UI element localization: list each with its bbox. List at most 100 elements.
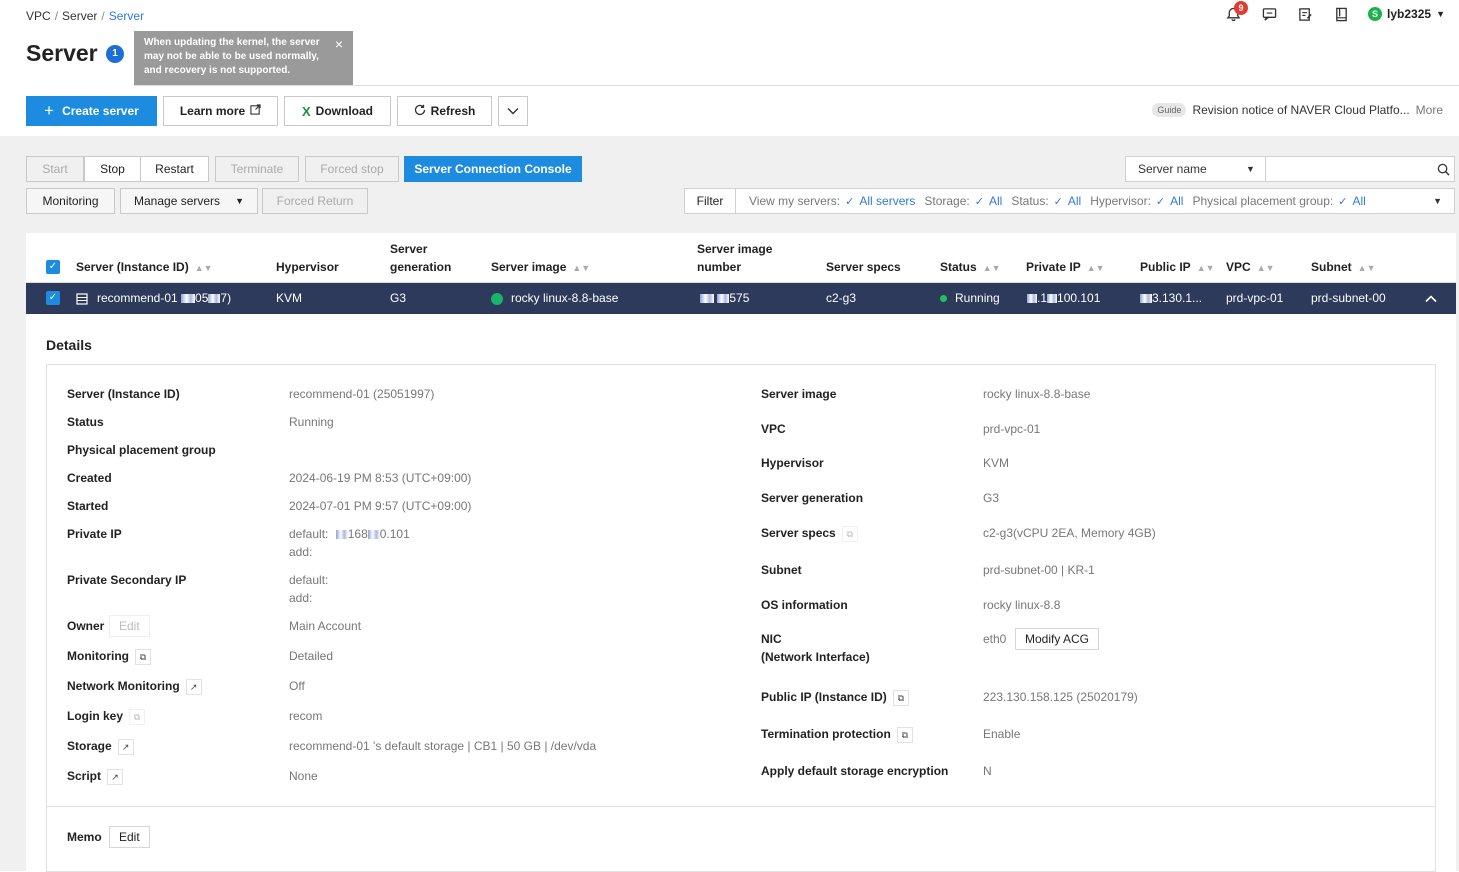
row-public-ip: 3.130.1... xyxy=(1140,283,1202,314)
external-link-icon[interactable]: ↗ xyxy=(185,678,202,695)
row-public-ip-suffix: 3.130.1... xyxy=(1152,291,1203,305)
caret-down-icon: ▼ xyxy=(1245,164,1255,174)
col-image[interactable]: Server image ▲▼ xyxy=(491,258,590,277)
detail-server-value: recommend-01 (25051997) xyxy=(289,387,435,401)
user-menu[interactable]: S lyb2325 ▼ xyxy=(1368,7,1445,21)
filter-item-value: All servers xyxy=(859,194,916,208)
stop-button[interactable]: Stop xyxy=(84,156,141,182)
info-badge[interactable]: 1 xyxy=(106,45,124,63)
filter-hypervisor[interactable]: Hypervisor: ✓ All xyxy=(1090,194,1183,208)
guide-more-link[interactable]: More xyxy=(1416,103,1443,117)
chevron-down-icon xyxy=(507,104,519,118)
tooltip-close-icon[interactable]: × xyxy=(335,37,343,51)
detail-encryption-value: N xyxy=(983,764,992,778)
col-vpc[interactable]: VPC ▲▼ xyxy=(1226,258,1275,277)
col-private-ip[interactable]: Private IP ▲▼ xyxy=(1026,258,1105,277)
manage-servers-dropdown[interactable]: Manage servers ▼ xyxy=(120,188,258,214)
guide-notice[interactable]: Guide Revision notice of NAVER Cloud Pla… xyxy=(1152,103,1443,117)
filter-status[interactable]: Status: ✓ All xyxy=(1011,194,1081,208)
chevron-up-icon[interactable] xyxy=(1425,283,1437,314)
detail-generation-value: G3 xyxy=(983,491,1000,505)
refresh-icon xyxy=(414,104,426,119)
copy-icon[interactable]: ⧉ xyxy=(129,708,146,725)
create-server-button[interactable]: + Create server xyxy=(26,96,157,126)
monitoring-button[interactable]: Monitoring xyxy=(26,188,115,214)
copy-icon[interactable]: ⧉ xyxy=(892,689,909,706)
detail-image-value: rocky linux-8.8-base xyxy=(983,387,1091,401)
detail-termination-label: Termination protection ⧉ xyxy=(761,725,913,743)
private-ip-part: 168 xyxy=(347,527,368,541)
rocky-linux-icon xyxy=(491,292,503,305)
filter-view-my-servers[interactable]: View my servers: ✓ All servers xyxy=(749,194,915,208)
copy-icon[interactable]: ⧉ xyxy=(896,726,913,743)
download-button[interactable]: X Download xyxy=(284,96,391,126)
detail-storage-value: recommend-01 's default storage | CB1 | … xyxy=(289,739,597,753)
breadcrumb-vpc[interactable]: VPC xyxy=(26,9,51,23)
detail-publicip-value: 223.130.158.125 (25020179) xyxy=(983,690,1138,704)
table-row[interactable]: ✓ recommend-01 05 7) KVM G3 rocky linux-8… xyxy=(26,283,1456,314)
row-checkbox[interactable]: ✓ xyxy=(46,291,60,305)
chat-icon[interactable] xyxy=(1260,5,1278,23)
row-subnet: prd-subnet-00 xyxy=(1311,291,1386,305)
col-image-number[interactable]: Server image number xyxy=(697,240,772,276)
caret-down-icon[interactable]: ▼ xyxy=(1433,196,1442,206)
external-link-icon[interactable]: ↗ xyxy=(107,768,124,785)
memo-icon[interactable] xyxy=(1296,5,1314,23)
col-status[interactable]: Status ▲▼ xyxy=(940,258,1001,277)
sort-icon: ▲▼ xyxy=(1086,263,1105,273)
monitoring-label-text: Monitoring xyxy=(67,649,129,663)
detail-subnet-label: Subnet xyxy=(761,563,802,577)
copy-icon[interactable]: ⧉ xyxy=(841,525,858,542)
private-ip-add-label: add: xyxy=(289,545,313,559)
col-specs[interactable]: Server specs xyxy=(826,258,901,276)
forced-stop-button[interactable]: Forced stop xyxy=(305,156,399,182)
modify-acg-button[interactable]: Modify ACG xyxy=(1015,628,1100,650)
copy-icon[interactable]: ⧉ xyxy=(134,648,151,665)
select-all-checkbox[interactable]: ✓ xyxy=(46,260,60,274)
row-vpc: prd-vpc-01 xyxy=(1226,291,1284,305)
restart-button[interactable]: Restart xyxy=(140,156,209,182)
row-generation: G3 xyxy=(390,291,407,305)
col-server[interactable]: Server (Instance ID) ▲▼ xyxy=(76,258,213,277)
start-button[interactable]: Start xyxy=(26,156,84,182)
filter-storage[interactable]: Storage: ✓ All xyxy=(924,194,1002,208)
col-hypervisor[interactable]: Hypervisor xyxy=(276,258,339,276)
col-public-ip[interactable]: Public IP ▲▼ xyxy=(1140,258,1215,277)
search-input[interactable] xyxy=(1265,157,1433,181)
detail-os-value: rocky linux-8.8 xyxy=(983,598,1061,612)
manage-servers-label: Manage servers xyxy=(134,194,221,208)
detail-netmon-value: Off xyxy=(289,679,305,693)
detail-status-label: Status xyxy=(67,415,104,429)
col-subnet[interactable]: Subnet ▲▼ xyxy=(1311,258,1376,277)
external-link-icon[interactable]: ↗ xyxy=(117,738,134,755)
row-image-number-suffix: 575 xyxy=(729,291,750,305)
book-icon[interactable] xyxy=(1332,5,1350,23)
filter-placement-group[interactable]: Physical placement group: ✓ All xyxy=(1192,194,1365,208)
top-header: VPC / Server / Server Server 1 When updating… xyxy=(0,0,1459,136)
bell-icon[interactable]: 9 xyxy=(1224,1,1249,23)
owner-edit-button[interactable]: Edit xyxy=(109,615,150,637)
terminate-button[interactable]: Terminate xyxy=(215,156,299,182)
filter-bar[interactable]: Filter View my servers: ✓ All servers Stor… xyxy=(684,188,1455,214)
forced-return-button[interactable]: Forced Return xyxy=(262,188,368,214)
refresh-button[interactable]: Refresh xyxy=(397,96,492,126)
search-field-select[interactable]: Server name ▼ xyxy=(1126,157,1266,181)
primary-toolbar: + Create server Learn more X Download Re… xyxy=(26,96,528,126)
search-icon[interactable] xyxy=(1433,157,1454,181)
more-dropdown-button[interactable] xyxy=(498,96,528,126)
col-vpc-label: VPC xyxy=(1226,260,1251,274)
learn-more-button[interactable]: Learn more xyxy=(163,96,278,126)
col-generation[interactable]: Server generation xyxy=(390,240,451,276)
row-server[interactable]: recommend-01 05 7) xyxy=(76,283,231,314)
breadcrumb-server[interactable]: Server xyxy=(62,9,97,23)
memo-edit-button[interactable]: Edit xyxy=(109,826,150,848)
detail-specs-value: c2-g3(vCPU 2EA, Memory 4GB) xyxy=(983,526,1156,540)
private-ip-suffix: 0.101 xyxy=(379,527,410,541)
redacted-mark xyxy=(700,294,714,304)
detail-encryption-label: Apply default storage encryption xyxy=(761,764,949,778)
sort-icon: ▲▼ xyxy=(982,263,1001,273)
server-connection-console-button[interactable]: Server Connection Console xyxy=(404,156,582,182)
server-icon xyxy=(76,291,97,305)
detail-status-value: Running xyxy=(289,415,334,429)
sort-icon: ▲▼ xyxy=(572,263,591,273)
